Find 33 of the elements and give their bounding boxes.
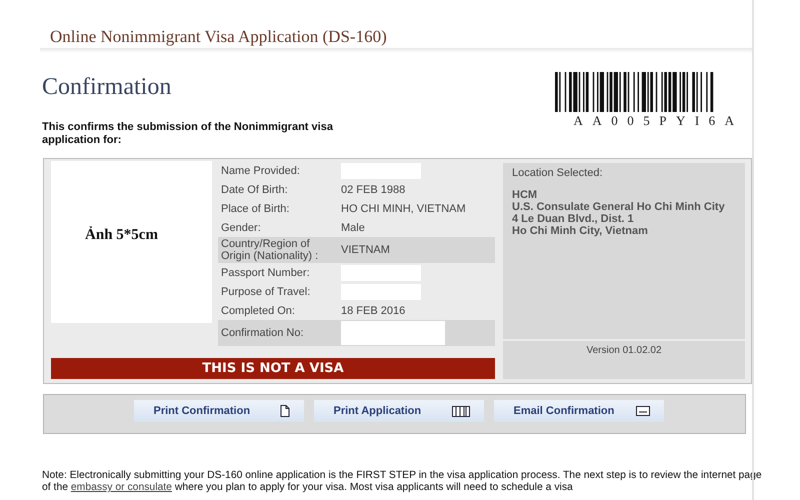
document-icon <box>280 405 290 417</box>
action-button[interactable]: Print Confirmation <box>134 400 304 422</box>
field-label: Purpose of Travel: <box>220 286 312 298</box>
field-value: VIETNAM <box>341 244 390 256</box>
location-line: U.S. Consulate General Ho Chi Minh City <box>512 201 726 213</box>
not-a-visa-banner: THIS IS NOT A VISA <box>51 358 495 379</box>
field-label: Place of Birth: <box>220 202 290 214</box>
intro-text: This confirms the submission of the Nonimmigrant visa application for: <box>42 121 334 147</box>
page-title: Confirmation <box>42 74 172 101</box>
pages-icon <box>452 406 470 416</box>
location-line: 4 Le Duan Blvd., Dist. 1 <box>512 213 635 225</box>
location-line: HCM <box>512 189 538 201</box>
header-title: Online Nonimmigrant Visa Application (DS-160) <box>50 27 387 47</box>
field-label: Date Of Birth: <box>220 184 289 196</box>
field-label: Country/Region of Origin (Nationality) : <box>220 238 320 262</box>
envelope-icon <box>636 406 650 416</box>
field-label: Gender: <box>220 222 262 234</box>
field-value: HO CHI MINH, VIETNAM <box>341 202 466 214</box>
version-text: Version 01.02.02 <box>586 345 662 356</box>
field-value: 18 FEB 2016 <box>341 304 406 316</box>
photo-label: Ảnh 5*5cm <box>85 226 158 244</box>
field-value: Male <box>341 222 365 234</box>
field-label: Passport Number: <box>220 266 311 278</box>
barcode-number: AA005PYI6A <box>572 113 744 129</box>
field-label: Completed On: <box>220 304 296 316</box>
action-button[interactable]: Print Application <box>314 400 484 422</box>
location-line: Ho Chi Minh City, Vietnam <box>512 225 649 237</box>
action-button[interactable]: Email Confirmation <box>494 400 664 422</box>
field-label: Confirmation No: <box>220 327 305 339</box>
location-heading: Location Selected: <box>512 167 604 179</box>
embassy-link[interactable]: embassy or consulate <box>70 482 172 493</box>
field-value: 02 FEB 1988 <box>341 184 406 196</box>
field-label: Name Provided: <box>220 164 301 176</box>
